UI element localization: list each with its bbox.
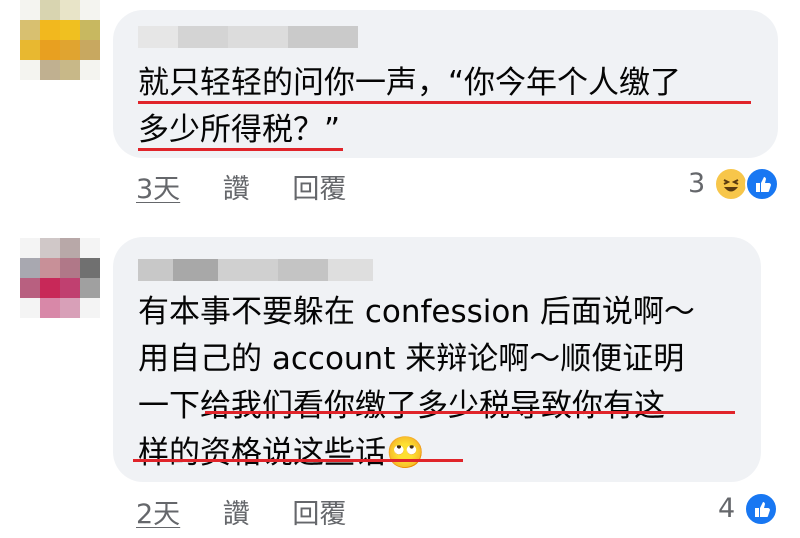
reply-action[interactable]: 回覆 <box>292 492 346 531</box>
reaction-count[interactable]: 3 <box>688 168 705 199</box>
comment-line: 一下给我们看你缴了多少税导致你有这 <box>138 388 665 424</box>
comment-line: 就只轻轻的问你一声，“你今年个人缴了 <box>138 65 682 101</box>
comment-line: 样的资格说这些话🙄 <box>138 435 425 471</box>
comment-text: 有本事不要躲在 confession 后面说啊～ 用自己的 account 来辩… <box>138 289 695 477</box>
red-underline <box>205 411 735 414</box>
red-underline <box>138 148 343 151</box>
avatar[interactable] <box>20 238 100 318</box>
comment-actions: 2天 讚 回覆 <box>136 492 380 531</box>
comment-line: 用自己的 account 来辩论啊～顺便证明 <box>138 341 685 377</box>
red-underline <box>138 101 751 104</box>
reaction-count[interactable]: 4 <box>718 493 735 524</box>
comment-text: 就只轻轻的问你一声，“你今年个人缴了 多少所得税？” <box>138 60 681 154</box>
haha-reaction-icon <box>714 167 748 201</box>
comment-line: 有本事不要躲在 confession 后面说啊～ <box>138 294 695 330</box>
timestamp-link[interactable]: 2天 <box>136 492 180 531</box>
comment-bubble: 就只轻轻的问你一声，“你今年个人缴了 多少所得税？” <box>113 10 778 158</box>
comment-bubble: 有本事不要躲在 confession 后面说啊～ 用自己的 account 来辩… <box>113 237 761 482</box>
like-action[interactable]: 讚 <box>223 167 250 206</box>
comment-actions: 3天 讚 回覆 <box>136 167 380 206</box>
reply-action[interactable]: 回覆 <box>292 167 346 206</box>
like-reaction-icon <box>744 492 778 526</box>
like-action[interactable]: 讚 <box>223 492 250 531</box>
red-underline <box>133 459 463 462</box>
timestamp-link[interactable]: 3天 <box>136 167 180 206</box>
avatar[interactable] <box>20 0 100 80</box>
commenter-name-blurred[interactable] <box>138 26 358 48</box>
like-reaction-icon <box>745 167 779 201</box>
commenter-name-blurred[interactable] <box>138 259 373 281</box>
comment-line: 多少所得税？” <box>138 112 341 148</box>
